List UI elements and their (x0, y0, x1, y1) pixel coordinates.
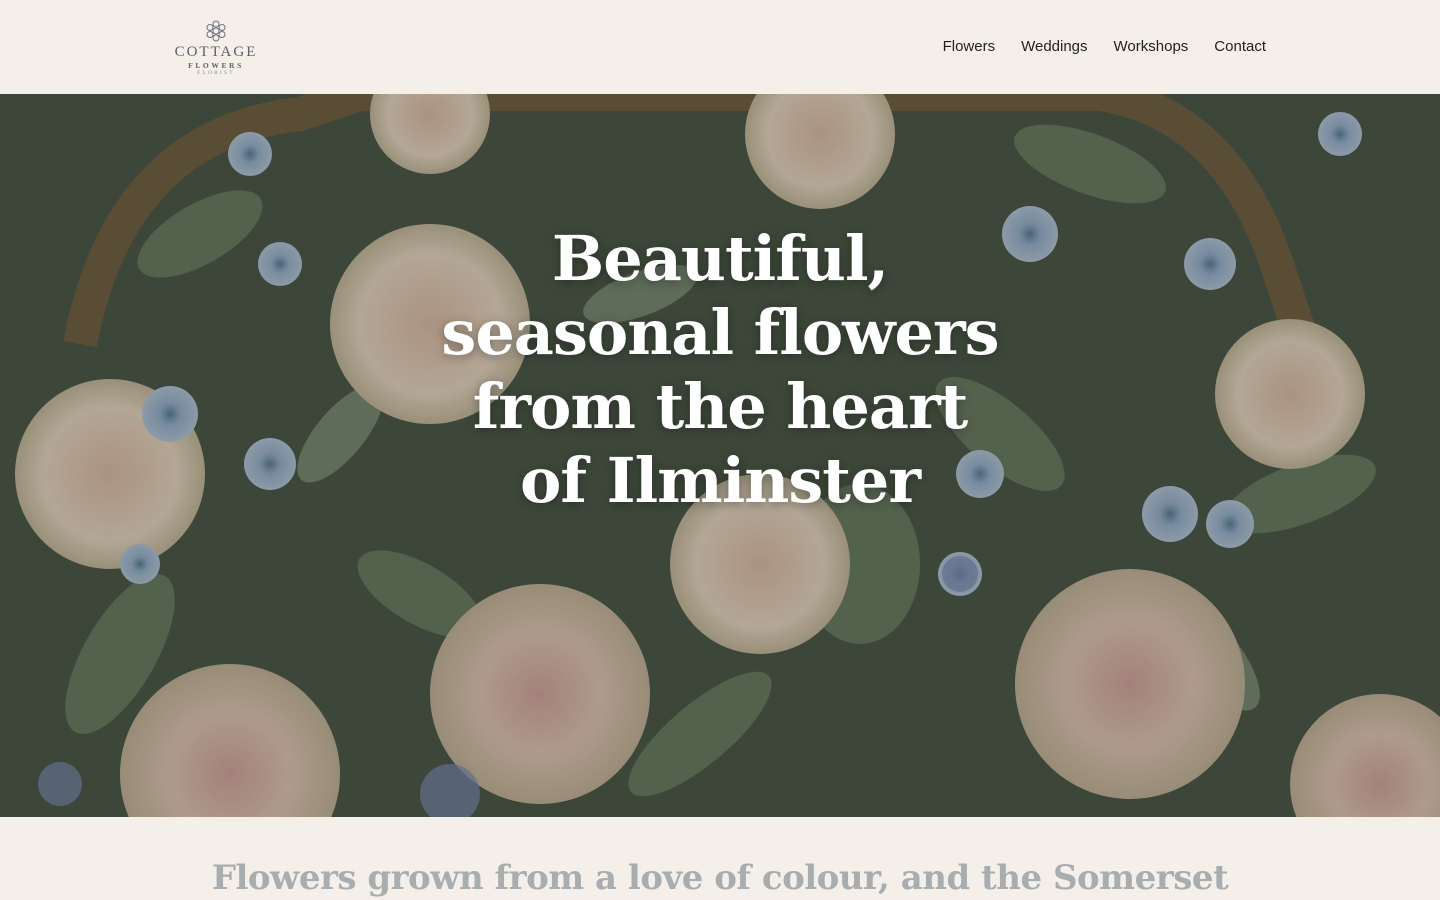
logo-text-flowers: FLOWERS (188, 61, 244, 70)
hero-heading-line: of Ilminster (519, 444, 921, 517)
flower-emblem-icon (206, 20, 226, 42)
site-header: COTTAGE FLOWERS FLORIST Flowers Weddings… (0, 0, 1440, 94)
hero-banner: Beautiful, seasonal flowers from the hea… (0, 94, 1440, 817)
hero-heading: Beautiful, seasonal flowers from the hea… (0, 222, 1440, 518)
hero-heading-line: Beautiful, (551, 222, 889, 295)
hero-heading-line: from the heart (472, 370, 969, 443)
main-nav: Flowers Weddings Workshops Contact (943, 38, 1266, 55)
hero-heading-line: seasonal flowers (441, 296, 999, 369)
intro-heading: Flowers grown from a love of colour, and… (211, 858, 1229, 898)
logo-text-cottage: COTTAGE (174, 44, 258, 60)
logo-text-florist: FLORIST (197, 69, 235, 76)
logo-home-link[interactable]: COTTAGE FLOWERS FLORIST (170, 18, 262, 78)
nav-link-flowers[interactable]: Flowers (943, 38, 996, 55)
nav-link-workshops[interactable]: Workshops (1114, 38, 1189, 55)
nav-link-contact[interactable]: Contact (1214, 38, 1266, 55)
nav-link-weddings[interactable]: Weddings (1021, 38, 1087, 55)
